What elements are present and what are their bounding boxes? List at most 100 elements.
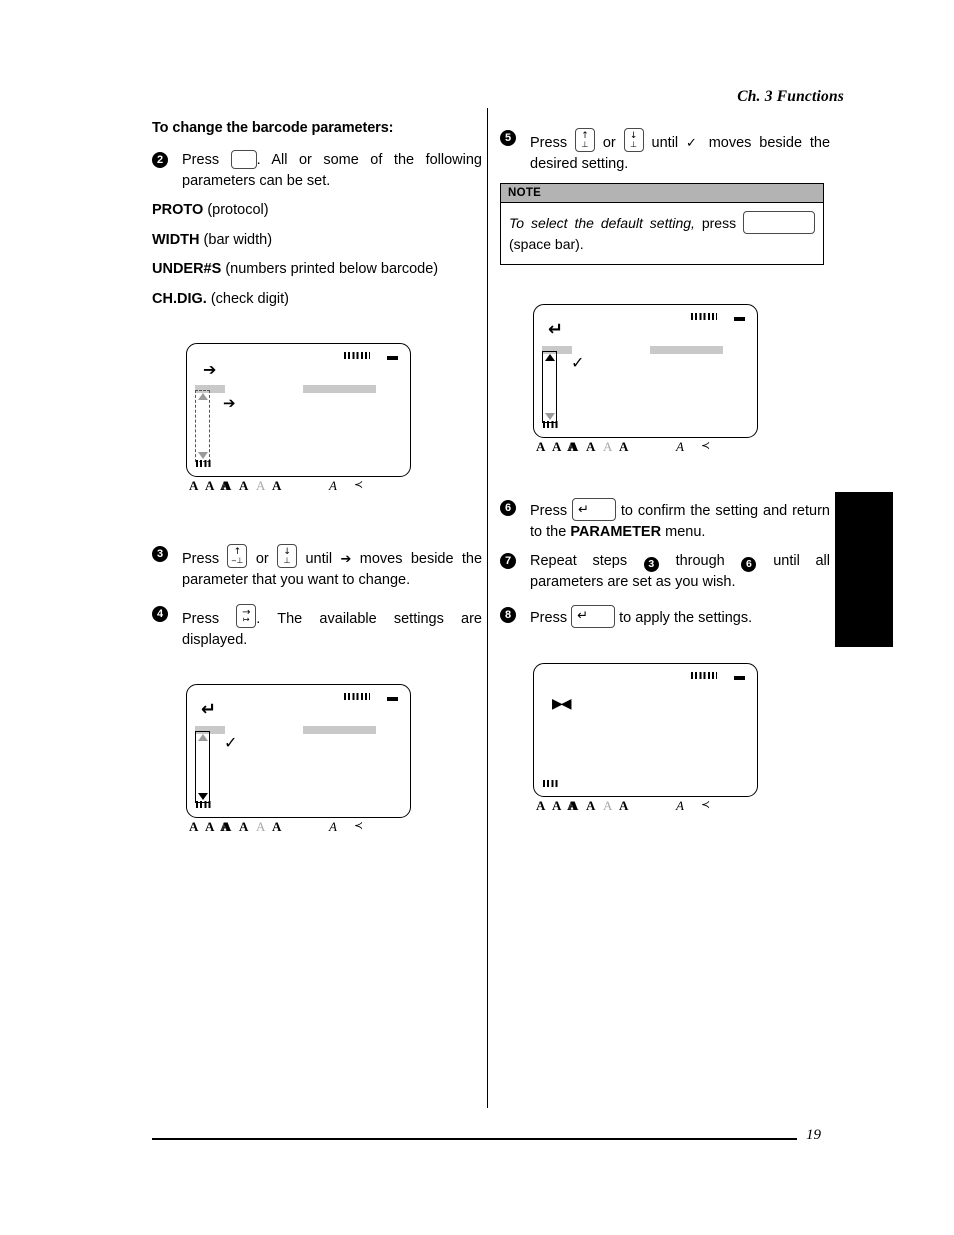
battery-icon [734,317,745,321]
note-text-3: (space bar). [509,236,584,253]
lcd-text-placeholder-right [650,346,723,354]
document-page: Ch. 3 Functions To change the barcode pa… [0,0,954,1235]
battery-icon [387,697,398,701]
lcd-status-indicator-row: A A A A A A A ≺ [186,820,411,838]
step-3-t1: Press [182,551,220,567]
scroll-up-triangle-icon [197,393,208,400]
scroll-up-triangle-icon [197,734,208,741]
step-7-t1: Repeat steps [530,553,628,570]
note-text-1: To select the default setting, [509,215,695,232]
down-arrow-key-icon[interactable]: ↓ ⊥ [623,128,644,152]
lcd-scrollbar[interactable] [542,351,557,423]
status-indicator-7: A [329,819,337,834]
arrow-right-tab-glyph: ↦ [242,615,250,625]
step-2-text-after: . All or some of the following parameter… [182,152,482,189]
status-indicator-1: A [536,798,546,813]
step-3: 3 Press ↑ ‒⊥ or ↓ ⊥ until ➔ moves beside… [152,544,482,590]
step-7: 7 Repeat steps 3 through 6 until all par… [500,551,830,593]
status-indicator-7: A [676,798,684,813]
lcd-return-arrow-icon: ↵ [548,319,564,340]
status-indicator-3: A [221,478,231,493]
status-indicator-5: A [603,798,613,813]
left-column: To change the barcode parameters: 2 Pres… [152,120,482,318]
step-3-t3: until [305,551,333,567]
signal-bars-icon [691,313,717,320]
step-number-4: 4 [152,606,168,623]
up-arrow-key-icon[interactable]: ↑ ‒⊥ [227,544,248,568]
lcd-text-placeholder-right [303,726,376,734]
lcd-bottom-bars-icon [196,801,213,808]
step-2: 2 Press . All or some of the following p… [152,150,482,191]
right-arrow-key-icon[interactable]: → ↦ [236,604,257,629]
status-indicator-7: A [676,439,684,454]
space-bar-key-icon[interactable] [743,211,815,235]
status-indicator-7: A [329,478,337,493]
step-number-2: 2 [152,152,168,168]
lcd-cursor-arrow-icon: ➔ [203,360,217,379]
lcd-screen: ↵ ✓ [186,684,411,818]
step-2-text-before: Press [182,152,220,168]
step-5: 5 Press ↑ ⊥ or ↓ ⊥ until ✓ moves beside … [500,128,830,174]
blank-key-icon[interactable] [230,150,257,169]
scroll-up-triangle-icon [544,354,555,361]
status-indicator-4: A [586,798,596,813]
status-indicator-2: A [205,819,215,834]
parameter-proto: PROTO (protocol) [152,200,482,221]
step-7-ref-a: 3 [643,557,659,573]
arrow-up-base-glyph: ‒⊥ [231,555,244,565]
lcd-screen: ➔ ➔ [186,343,411,477]
status-indicator-6: A [272,819,282,834]
lcd-bottom-bars-icon [196,460,213,467]
step-8: 8 Press ↵ to apply the settings. [500,604,830,629]
lcd-selection-arrow-icon: ➔ [223,394,236,412]
page-number: 19 [806,1127,821,1143]
step-7-t2: through [675,553,725,570]
enter-key-icon[interactable]: ↵ [571,604,616,628]
right-column: 5 Press ↑ ⊥ or ↓ ⊥ until ✓ moves beside … [500,128,830,266]
down-arrow-key-icon[interactable]: ↓ ⊥ [277,544,298,568]
parameter-underhash-name: UNDER#S [152,261,222,278]
parameter-chdig: CH.DIG. (check digit) [152,289,482,310]
parameter-underhash-desc: (numbers printed below barcode) [225,261,439,278]
lcd-illustration-setting-list-top: ↵ ✓ A A A A A A A ≺ [533,304,758,458]
lcd-status-indicator-row: A A A A A A A ≺ [533,799,758,817]
parameter-width-desc: (bar width) [203,231,273,248]
status-indicator-3: A [221,819,231,834]
status-indicator-1: A [189,819,199,834]
status-indicator-4: A [239,819,249,834]
parameter-chdig-desc: (check digit) [210,290,289,307]
battery-icon [387,356,398,360]
status-indicator-2: A [205,478,215,493]
status-indicator-6: A [619,798,629,813]
note-text-2: press [701,215,737,232]
note-box: NOTE To select the default setting, pres… [500,183,824,266]
status-indicator-1: A [189,478,199,493]
lcd-checkmark-icon: ✓ [224,733,238,752]
parameter-underhash: UNDER#S (numbers printed below barcode) [152,259,482,280]
lcd-checkmark-icon: ✓ [571,353,585,372]
return-arrow-glyph: ↵ [577,502,589,517]
status-indicator-1: A [536,439,546,454]
return-arrow-glyph: ↵ [577,608,589,624]
lcd-scrollbar[interactable] [195,390,210,462]
arrow-down-base-glyph: ⊥ [630,139,638,149]
lcd-status-indicator-row: A A A A A A A ≺ [533,440,758,458]
scroll-down-triangle-icon [197,452,208,459]
lcd-scrollbar[interactable] [195,731,210,803]
step-6-t3: menu. [665,523,706,540]
section-heading: To change the barcode parameters: [152,120,394,136]
step-4: 4 Press → ↦ . The available settings are… [152,604,482,650]
enter-key-icon[interactable]: ↵ [571,498,616,521]
status-indicator-6: A [619,439,629,454]
footer-rule [152,1138,797,1140]
status-indicator-8: ≺ [701,439,711,452]
step-6-bold: PARAMETER [570,523,662,540]
step-4-t1: Press [182,611,220,628]
step-number-5: 5 [500,130,516,146]
step-8-t1: Press [530,609,568,626]
parameter-width: WIDTH (bar width) [152,230,482,251]
up-arrow-key-icon[interactable]: ↑ ⊥ [574,128,595,152]
signal-bars-icon [344,352,370,359]
signal-bars-icon [691,672,717,679]
scroll-down-triangle-icon [544,413,555,420]
